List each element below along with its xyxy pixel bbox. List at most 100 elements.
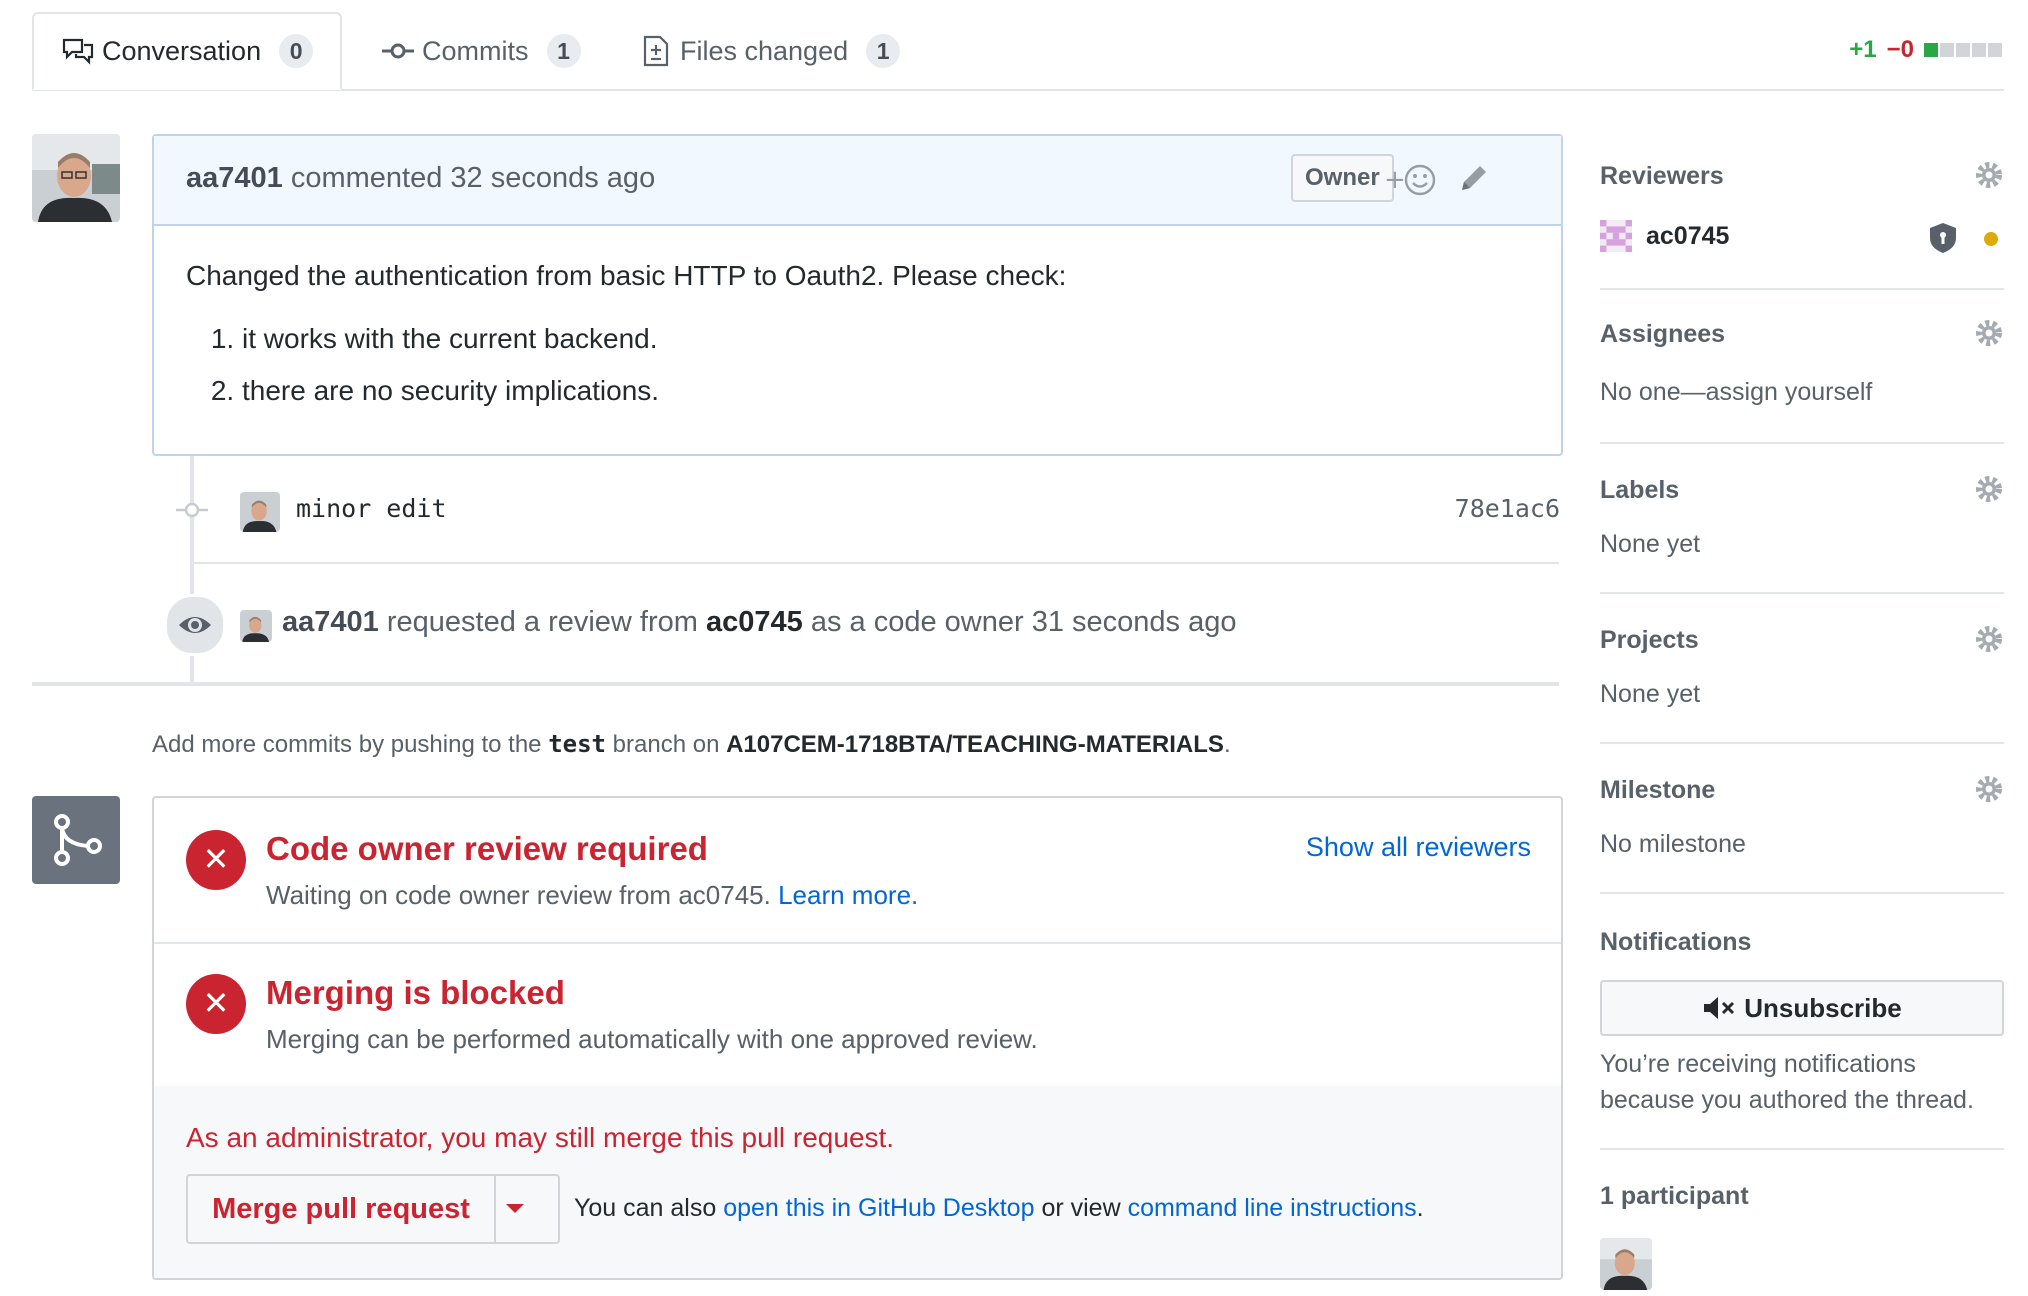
show-all-reviewers-link[interactable]: Show all reviewers (1306, 832, 1531, 863)
participant-avatar[interactable] (1600, 1238, 1652, 1290)
x-circle-icon: ✕ (186, 830, 246, 890)
tab-conversation[interactable]: Conversation 0 (32, 12, 342, 90)
sidebar-assignees: Assignees No one—assign yourself (1600, 318, 2004, 418)
event-author[interactable]: aa7401 (282, 606, 379, 638)
commit-sha[interactable]: 78e1ac6 (1455, 494, 1560, 523)
gear-icon[interactable] (1974, 318, 2004, 348)
tab-conversation-label: Conversation (102, 35, 262, 66)
period: . (1416, 1194, 1424, 1222)
sidebar-notifications: Notifications (1600, 926, 2004, 966)
reviewer-name[interactable]: ac0745 (1646, 222, 1729, 251)
x-circle-icon: ✕ (186, 974, 246, 1034)
diffstat-deletions: −0 (1886, 36, 1914, 63)
list-item: there are no security implications. (242, 372, 1529, 410)
comment-intro: Changed the authentication from basic HT… (186, 260, 1067, 291)
svg-text:+: + (1384, 165, 1406, 195)
diffstat-additions: +1 (1849, 36, 1877, 63)
merge-options-dropdown[interactable] (506, 1204, 524, 1213)
tab-files-changed[interactable]: Files changed 1 (640, 12, 901, 90)
milestone-title[interactable]: Milestone (1600, 776, 1715, 805)
notifications-title: Notifications (1600, 928, 1752, 956)
comment-header: aa7401 commented 32 seconds ago Owner + (154, 136, 1561, 226)
notifications-reason: You’re receiving notifications because y… (1600, 1046, 1974, 1118)
mute-icon (1702, 995, 1736, 1021)
commit-message[interactable]: minor edit (296, 494, 447, 523)
also-text: You can also (574, 1194, 717, 1222)
event-text: as a code owner 31 seconds ago (810, 606, 1237, 638)
merge-blocked-desc: Merging can be performed automatically w… (266, 1024, 1038, 1054)
cli-instructions-link[interactable]: command line instructions (1128, 1194, 1417, 1222)
open-desktop-link[interactable]: open this in GitHub Desktop (723, 1194, 1034, 1222)
sidebar-projects: Projects None yet (1600, 624, 2004, 724)
projects-value: None yet (1600, 680, 1701, 708)
gear-icon[interactable] (1974, 474, 2004, 504)
sidebar-participants: 1 participant (1600, 1180, 2004, 1290)
comment-list: it works with the current backend. there… (186, 320, 1529, 410)
assignees-title[interactable]: Assignees (1600, 320, 1725, 349)
owner-badge: Owner (1291, 154, 1394, 202)
review-required-desc: Waiting on code owner review from ac0745… (266, 880, 918, 911)
divider (1600, 442, 2004, 444)
unsubscribe-label: Unsubscribe (1744, 992, 1902, 1023)
comment-body: Changed the authentication from basic HT… (154, 226, 1561, 458)
repo-name: A107CEM-1718BTA/TEACHING-MATERIALS (726, 731, 1224, 758)
avatar[interactable] (32, 134, 120, 222)
eye-icon (164, 594, 226, 656)
avatar[interactable] (240, 492, 280, 532)
diffstat: +1 −0 (1849, 36, 2004, 64)
milestone-value: No milestone (1600, 830, 1746, 858)
push-hint-period: . (1223, 731, 1231, 758)
merge-button-group: Merge pull request (186, 1174, 560, 1244)
merge-box: ✕ Code owner review required Waiting on … (152, 796, 1563, 1280)
unsubscribe-button[interactable]: Unsubscribe (1600, 980, 2004, 1036)
tab-commits[interactable]: Commits 1 (382, 12, 581, 90)
comment-discussion-icon (62, 35, 94, 67)
divider (194, 562, 1559, 564)
gear-icon[interactable] (1974, 624, 2004, 654)
code-owner-shield-icon (1928, 222, 1958, 254)
or-view-text: or view (1041, 1194, 1121, 1222)
divider (1600, 1148, 2004, 1150)
tab-conversation-count: 0 (279, 34, 314, 68)
diffstat-block (1988, 43, 2002, 57)
notifications-reason-line: You’re receiving notifications (1600, 1050, 1916, 1078)
pencil-icon[interactable] (1456, 162, 1490, 196)
assignees-value[interactable]: No one—assign yourself (1600, 378, 1872, 407)
pending-review-dot-icon (1984, 232, 1998, 246)
commit-icon (382, 35, 414, 67)
git-merge-icon (32, 796, 120, 884)
add-reaction-icon[interactable]: + (1382, 160, 1442, 200)
merge-blocked-title: Merging is blocked (266, 974, 565, 1011)
event-reviewer[interactable]: ac0745 (706, 606, 803, 638)
projects-title[interactable]: Projects (1600, 626, 1699, 655)
review-required-text: Waiting on code owner review from ac0745… (266, 880, 771, 910)
branch-name: test (548, 730, 606, 758)
commit-dot-icon (176, 498, 208, 522)
merge-alternatives: You can also open this in GitHub Desktop… (574, 1194, 1424, 1223)
diffstat-block (1924, 43, 1938, 57)
comment-author[interactable]: aa7401 (186, 162, 283, 194)
reviewer-avatar[interactable] (1600, 220, 1632, 252)
comment-action: commented (290, 162, 443, 194)
file-diff-icon (640, 35, 672, 67)
push-hint-text: branch on (612, 731, 720, 758)
reviewers-title[interactable]: Reviewers (1600, 162, 1724, 191)
avatar[interactable] (240, 610, 272, 642)
tab-files-label: Files changed (680, 35, 849, 66)
comment-time[interactable]: 32 seconds ago (450, 162, 655, 194)
diffstat-block (1940, 43, 1954, 57)
divider (1600, 592, 2004, 594)
labels-title[interactable]: Labels (1600, 476, 1679, 505)
list-item: it works with the current backend. (242, 320, 1529, 358)
divider (1600, 742, 2004, 744)
push-hint-text: Add more commits by pushing to the (152, 731, 542, 758)
sidebar-reviewers: Reviewers ac0745 (1600, 160, 2004, 280)
gear-icon[interactable] (1974, 160, 2004, 190)
diffstat-block (1972, 43, 1986, 57)
labels-value: None yet (1600, 530, 1701, 558)
gear-icon[interactable] (1974, 774, 2004, 804)
merge-pull-request-button[interactable]: Merge pull request (188, 1176, 496, 1242)
divider (1600, 892, 2004, 894)
learn-more-link[interactable]: Learn more. (778, 880, 918, 910)
participants-title: 1 participant (1600, 1182, 1749, 1210)
